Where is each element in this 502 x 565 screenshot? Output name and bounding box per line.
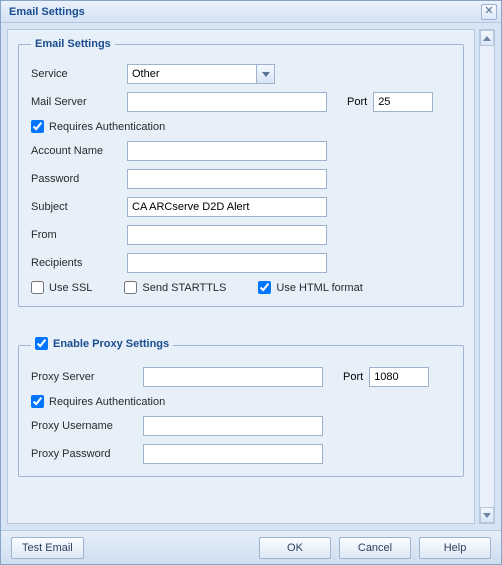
scroll-up-button[interactable] xyxy=(480,30,494,46)
use-ssl-label: Use SSL xyxy=(49,282,92,294)
account-name-label: Account Name xyxy=(31,145,127,157)
scroll-down-button[interactable] xyxy=(480,507,494,523)
send-starttls-label: Send STARTTLS xyxy=(142,282,226,294)
enable-proxy-check[interactable] xyxy=(35,337,48,350)
email-settings-group: Email Settings Service Other Mail Server… xyxy=(18,38,464,307)
content-panel: Email Settings Service Other Mail Server… xyxy=(7,29,475,524)
recipients-label: Recipients xyxy=(31,257,127,269)
vertical-scrollbar[interactable] xyxy=(479,29,495,524)
titlebar: Email Settings ✕ xyxy=(1,1,501,23)
window-title: Email Settings xyxy=(5,6,85,18)
email-requires-auth-label: Requires Authentication xyxy=(49,121,165,133)
mail-server-label: Mail Server xyxy=(31,96,127,108)
email-password-label: Password xyxy=(31,173,127,185)
email-password-input[interactable] xyxy=(127,169,327,189)
body-area: Email Settings Service Other Mail Server… xyxy=(1,23,501,530)
help-button[interactable]: Help xyxy=(419,537,491,559)
close-icon: ✕ xyxy=(484,6,493,17)
proxy-password-input[interactable] xyxy=(143,444,323,464)
service-select[interactable]: Other xyxy=(127,64,275,84)
email-port-input[interactable] xyxy=(373,92,433,112)
proxy-requires-auth-checkbox[interactable]: Requires Authentication xyxy=(31,395,165,408)
ok-button[interactable]: OK xyxy=(259,537,331,559)
chevron-down-icon xyxy=(256,65,274,83)
service-label: Service xyxy=(31,68,127,80)
email-requires-auth-check[interactable] xyxy=(31,120,44,133)
send-starttls-checkbox[interactable]: Send STARTTLS xyxy=(124,281,226,294)
proxy-username-input[interactable] xyxy=(143,416,323,436)
test-email-button[interactable]: Test Email xyxy=(11,537,84,559)
proxy-requires-auth-label: Requires Authentication xyxy=(49,396,165,408)
use-html-check[interactable] xyxy=(258,281,271,294)
proxy-settings-group: Enable Proxy Settings Proxy Server Port … xyxy=(18,337,464,477)
chevron-down-icon xyxy=(483,513,491,518)
email-requires-auth-checkbox[interactable]: Requires Authentication xyxy=(31,120,165,133)
button-bar: Test Email OK Cancel Help xyxy=(1,530,501,564)
recipients-input[interactable] xyxy=(127,253,327,273)
mail-server-input[interactable] xyxy=(127,92,327,112)
send-starttls-check[interactable] xyxy=(124,281,137,294)
service-value: Other xyxy=(128,68,256,80)
account-name-input[interactable] xyxy=(127,141,327,161)
from-label: From xyxy=(31,229,127,241)
email-settings-dialog: Email Settings ✕ Email Settings Service … xyxy=(0,0,502,565)
proxy-port-input[interactable] xyxy=(369,367,429,387)
email-settings-legend: Email Settings xyxy=(31,38,115,50)
use-html-label: Use HTML format xyxy=(276,282,362,294)
proxy-password-label: Proxy Password xyxy=(31,448,143,460)
subject-label: Subject xyxy=(31,201,127,213)
use-ssl-check[interactable] xyxy=(31,281,44,294)
proxy-server-label: Proxy Server xyxy=(31,371,143,383)
proxy-username-label: Proxy Username xyxy=(31,420,143,432)
proxy-port-label: Port xyxy=(343,371,363,383)
chevron-up-icon xyxy=(483,36,491,41)
close-button[interactable]: ✕ xyxy=(481,4,497,20)
enable-proxy-checkbox[interactable]: Enable Proxy Settings xyxy=(35,337,169,350)
from-input[interactable] xyxy=(127,225,327,245)
use-html-checkbox[interactable]: Use HTML format xyxy=(258,281,362,294)
cancel-button[interactable]: Cancel xyxy=(339,537,411,559)
proxy-server-input[interactable] xyxy=(143,367,323,387)
use-ssl-checkbox[interactable]: Use SSL xyxy=(31,281,92,294)
enable-proxy-label: Enable Proxy Settings xyxy=(53,338,169,350)
proxy-requires-auth-check[interactable] xyxy=(31,395,44,408)
subject-input[interactable] xyxy=(127,197,327,217)
email-port-label: Port xyxy=(347,96,367,108)
